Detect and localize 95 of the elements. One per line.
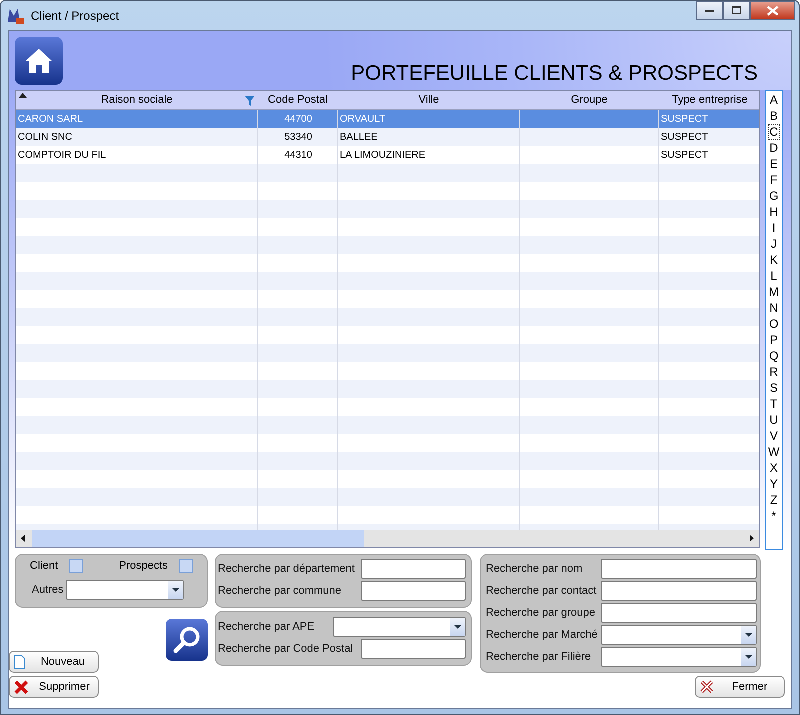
- letter-button[interactable]: *: [770, 508, 778, 524]
- page-title: PORTEFEUILLE CLIENTS & PROSPECTS: [351, 62, 758, 86]
- table-cell: SUSPECT: [661, 114, 708, 124]
- sort-arrow-icon: [19, 93, 27, 98]
- delete-icon: [14, 680, 29, 694]
- dropdown-field[interactable]: [66, 580, 184, 600]
- letter-button[interactable]: R: [768, 364, 780, 380]
- input-field[interactable]: [601, 559, 757, 579]
- field-label: Recherche par groupe: [486, 607, 596, 619]
- letter-button[interactable]: B: [768, 108, 780, 124]
- dropdown-field[interactable]: [333, 617, 466, 637]
- table-cell: SUSPECT: [661, 150, 708, 160]
- checkbox-label: Client: [30, 560, 58, 572]
- table-cell: COLIN SNC: [18, 132, 72, 142]
- dropdown-field[interactable]: [601, 625, 757, 645]
- letter-button[interactable]: Y: [768, 476, 780, 492]
- letter-button[interactable]: L: [768, 268, 780, 284]
- letter-button[interactable]: A: [768, 92, 780, 108]
- input-field[interactable]: [361, 581, 466, 601]
- letter-button[interactable]: I: [770, 220, 778, 236]
- table-cell: 53340: [284, 132, 312, 142]
- table-cell: ORVAULT: [340, 114, 386, 124]
- column-header[interactable]: Raison sociale: [16, 91, 258, 109]
- field-label: Recherche par nom: [486, 563, 583, 575]
- table-row[interactable]: COLIN SNC 53340 BALLEE SUSPECT: [16, 128, 759, 146]
- table-cell: SUSPECT: [661, 132, 708, 142]
- input-field[interactable]: [601, 581, 757, 601]
- close-button[interactable]: [750, 1, 795, 20]
- letter-button[interactable]: X: [768, 460, 780, 476]
- letter-button[interactable]: P: [768, 332, 780, 348]
- letter-button[interactable]: J: [769, 236, 779, 252]
- letter-button[interactable]: M: [767, 284, 781, 300]
- app-logo-icon: [7, 6, 25, 24]
- maximize-icon: [732, 6, 742, 15]
- caret-icon: [454, 625, 462, 629]
- house-icon: [24, 47, 54, 75]
- caret-icon: [744, 633, 752, 637]
- table-cell: 44310: [284, 150, 312, 160]
- close-icon: [766, 6, 778, 16]
- letter-button[interactable]: K: [768, 252, 780, 268]
- close-icon: [700, 680, 714, 694]
- checkbox[interactable]: [69, 559, 84, 573]
- letter-button[interactable]: S: [768, 380, 780, 396]
- table-cell: CARON SARL: [18, 114, 84, 124]
- letter-button[interactable]: H: [768, 204, 780, 220]
- table-cell: LA LIMOUZINIERE: [340, 150, 426, 160]
- letter-button[interactable]: F: [768, 172, 780, 188]
- letter-button[interactable]: O: [767, 316, 781, 332]
- column-header[interactable]: Type entreprise: [659, 91, 759, 109]
- column-header[interactable]: Ville: [338, 91, 520, 109]
- field-label: Recherche par commune: [218, 585, 342, 597]
- home-button[interactable]: [15, 37, 63, 85]
- letter-button[interactable]: N: [768, 300, 780, 316]
- field-label: Recherche par département: [218, 563, 355, 575]
- field-label: Recherche par Code Postal: [218, 643, 354, 655]
- caret-icon: [744, 655, 752, 659]
- column-header[interactable]: Groupe: [520, 91, 659, 109]
- letter-button[interactable]: C: [768, 124, 780, 140]
- minimize-button[interactable]: [696, 1, 723, 20]
- search-icon: [172, 625, 202, 655]
- search-button[interactable]: [166, 619, 208, 661]
- input-field[interactable]: [361, 639, 466, 659]
- input-field[interactable]: [601, 603, 757, 623]
- new-button[interactable]: Nouveau: [9, 651, 99, 673]
- letter-button[interactable]: T: [768, 396, 780, 412]
- document-icon: [14, 654, 26, 670]
- letter-button[interactable]: E: [768, 156, 780, 172]
- letter-button[interactable]: W: [766, 444, 782, 460]
- letter-button[interactable]: Q: [767, 348, 781, 364]
- window-title: Client / Prospect: [31, 8, 120, 22]
- minimize-icon: [704, 8, 714, 12]
- close-window-button[interactable]: Fermer: [695, 676, 785, 698]
- dropdown-field[interactable]: [601, 647, 757, 667]
- maximize-button[interactable]: [723, 1, 750, 20]
- letter-button[interactable]: U: [768, 412, 780, 428]
- letter-button[interactable]: Z: [768, 492, 780, 508]
- checkbox-label: Prospects: [119, 560, 168, 572]
- table-cell: COMPTOIR DU FIL: [18, 150, 106, 160]
- field-label: Recherche par Marché: [486, 629, 598, 641]
- letter-button[interactable]: G: [767, 188, 781, 204]
- letter-button[interactable]: V: [768, 428, 780, 444]
- table-cell: 44700: [284, 114, 312, 124]
- horizontal-scrollbar[interactable]: [16, 530, 759, 547]
- caret-icon: [172, 588, 180, 592]
- table-cell: BALLEE: [340, 132, 378, 142]
- field-label: Autres: [32, 584, 65, 596]
- field-label: Recherche par contact: [486, 585, 597, 597]
- field-label: Recherche par APE: [218, 621, 315, 633]
- filter-icon[interactable]: [245, 96, 255, 106]
- input-field[interactable]: [361, 559, 466, 579]
- field-label: Recherche par Filière: [486, 651, 592, 663]
- column-header[interactable]: Code Postal: [258, 91, 338, 109]
- delete-button[interactable]: Supprimer: [9, 676, 99, 698]
- letter-button[interactable]: D: [768, 140, 780, 156]
- checkbox[interactable]: [179, 559, 194, 573]
